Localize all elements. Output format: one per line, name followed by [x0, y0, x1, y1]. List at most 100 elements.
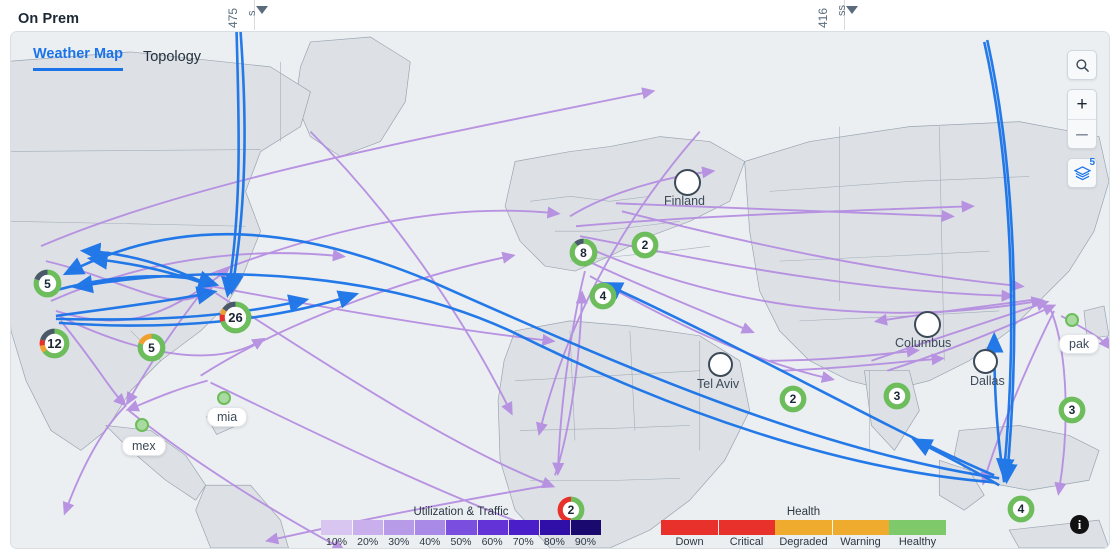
health-segment [775, 520, 832, 535]
node-cluster-n-sfo-12[interactable]: 12 [38, 327, 71, 360]
map-controls: + – 5 [1067, 50, 1097, 188]
layers-button[interactable]: 5 [1067, 157, 1097, 188]
clipped-label-value: 475 [226, 7, 240, 28]
node-cluster-n-mideast-2[interactable]: 2 [778, 384, 808, 414]
tick-mark [352, 520, 354, 535]
health-legend: Health Down Critical Degraded Warning Health… [661, 506, 946, 548]
traffic-arcs-layer [40, 32, 1109, 548]
city-label: Tel Aviv [697, 377, 740, 391]
tab-bar: Weather Map Topology [33, 46, 201, 71]
node-count: 3 [893, 389, 901, 403]
zoom-in-button[interactable]: + [1068, 90, 1096, 119]
node-count: 26 [228, 310, 243, 325]
search-button[interactable] [1067, 50, 1097, 80]
health-color-bar [661, 520, 946, 535]
node-count: 3 [1068, 403, 1076, 417]
site-label-mex[interactable]: mex [122, 436, 166, 456]
utilization-legend-title: Utilization & Traffic [413, 506, 509, 518]
utilization-segment [383, 520, 415, 535]
node-count: 5 [148, 340, 155, 355]
utilization-segment [414, 520, 446, 535]
utilization-tick-label: 80% [543, 536, 565, 548]
tick-mark [569, 520, 571, 535]
utilization-segment [507, 520, 539, 535]
zoom-out-button[interactable]: – [1068, 119, 1096, 148]
utilization-tick-labels: 10% 20% 30% 40% 50% 60% 70% 80% 90% [321, 536, 601, 548]
node-count: 2 [789, 392, 797, 406]
node-count: 4 [1017, 502, 1025, 516]
search-icon [1075, 58, 1089, 72]
chevron-down-icon[interactable] [256, 6, 268, 14]
health-segment [661, 520, 718, 535]
tick-mark [507, 520, 509, 535]
health-label: Degraded [779, 536, 828, 548]
utilization-tick-label: 40% [419, 536, 441, 548]
site-dot-pak[interactable] [1065, 313, 1079, 327]
tick-mark [414, 520, 416, 535]
city-marker-columbus[interactable] [914, 311, 941, 338]
health-segment [831, 520, 890, 535]
node-cluster-n-east-26[interactable]: 26 [218, 300, 253, 335]
weather-map-page: On Prem 475 s 416 ss Weather Map Topolog… [0, 0, 1120, 560]
city-label: Finland [664, 194, 705, 208]
health-label: Warning [840, 536, 881, 548]
city-marker-finland[interactable] [674, 169, 701, 196]
tick-mark [445, 520, 447, 535]
zoom-controls: + – [1067, 89, 1097, 149]
tick-mark [538, 520, 540, 535]
site-label-mia[interactable]: mia [207, 407, 248, 427]
city-marker-dallas[interactable] [973, 349, 998, 374]
health-segment [889, 520, 946, 535]
health-label: Critical [729, 536, 764, 548]
layers-count-badge: 5 [1089, 157, 1095, 168]
utilization-tick-label: 90% [574, 536, 596, 548]
node-cluster-n-sg-4[interactable]: 4 [1006, 494, 1036, 524]
node-cluster-n-west-5[interactable]: 5 [32, 268, 63, 299]
utilization-segment [445, 520, 477, 535]
node-cluster-n-india-3[interactable]: 3 [882, 381, 912, 411]
node-cluster-n-uk-8[interactable]: 8 [568, 237, 599, 268]
clipped-label-416: 416 ss [816, 0, 868, 30]
node-count: 2 [641, 238, 649, 252]
site-label-pak[interactable]: pak [1059, 334, 1100, 354]
node-cluster-n-southwest-5[interactable]: 5 [136, 332, 167, 363]
city-label: Columbus [895, 336, 952, 350]
node-count: 12 [47, 336, 62, 351]
utilization-tick-label: 20% [357, 536, 379, 548]
utilization-tick-label: 60% [481, 536, 503, 548]
clipped-label-475: 475 s [226, 0, 278, 30]
site-dot-mia[interactable] [217, 391, 231, 405]
tick-mark [383, 520, 385, 535]
health-label: Down [675, 536, 704, 548]
node-cluster-n-france-4[interactable]: 4 [588, 281, 618, 311]
node-count: 5 [44, 276, 51, 291]
tick-mark [476, 520, 478, 535]
utilization-segment [321, 520, 353, 535]
site-dot-mex[interactable] [135, 418, 149, 432]
utilization-tick-label: 30% [388, 536, 410, 548]
utilization-legend: Utilization & Traffic 10% 20% 30% 40% 50% 60%… [321, 506, 601, 548]
utilization-segment [538, 520, 570, 535]
node-cluster-n-poland-2[interactable]: 2 [630, 230, 660, 260]
info-button[interactable]: i [1070, 515, 1089, 534]
city-label: Dallas [970, 374, 1005, 388]
tab-weather-map[interactable]: Weather Map [33, 46, 123, 71]
utilization-tick-label: 70% [512, 536, 534, 548]
node-cluster-n-easia-3[interactable]: 3 [1057, 395, 1087, 425]
node-count: 8 [580, 245, 587, 260]
chevron-down-icon[interactable] [846, 6, 858, 14]
utilization-segment [352, 520, 384, 535]
city-marker-tel-aviv[interactable] [708, 352, 733, 377]
utilization-segment [569, 520, 601, 535]
weather-map-card: Weather Map Topology + – 5 i Utilization… [10, 31, 1110, 549]
layers-icon [1073, 165, 1091, 180]
clipped-label-value: 416 [816, 7, 830, 28]
health-legend-title: Health [786, 506, 821, 518]
health-label: Healthy [898, 536, 937, 548]
utilization-tick-label: 50% [450, 536, 472, 548]
page-title: On Prem [18, 11, 80, 27]
tab-topology[interactable]: Topology [143, 49, 201, 71]
health-labels: Down Critical Degraded Warning Healthy [661, 536, 946, 548]
utilization-gradient-bar [321, 520, 601, 535]
health-segment [717, 520, 776, 535]
